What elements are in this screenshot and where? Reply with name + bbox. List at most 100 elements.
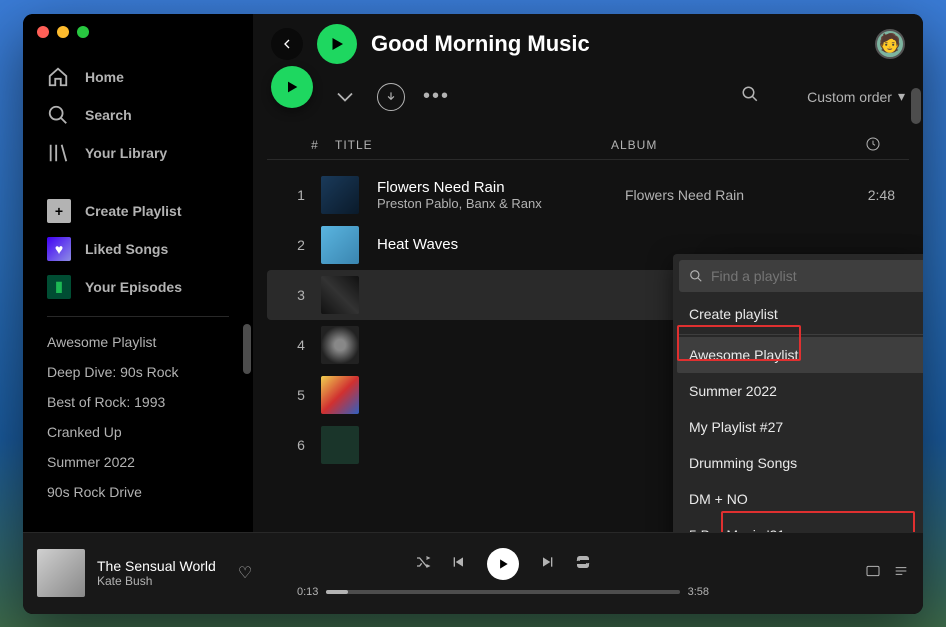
create-playlist-button[interactable]: + Create Playlist — [47, 192, 229, 230]
user-avatar[interactable]: 🧑 — [875, 29, 905, 59]
heart-icon: ♥ — [47, 237, 71, 261]
track-album: Flowers Need Rain — [625, 187, 825, 203]
track-cover — [321, 226, 359, 264]
submenu-create-playlist[interactable]: Create playlist — [677, 296, 923, 332]
nav-library[interactable]: Your Library — [47, 134, 229, 172]
lyrics-button[interactable] — [865, 563, 881, 584]
now-playing-title[interactable]: The Sensual World — [97, 558, 216, 574]
submenu-playlist-item[interactable]: Drumming Songs — [677, 445, 923, 481]
playlist-item[interactable]: Cranked Up — [47, 417, 229, 447]
download-button[interactable] — [377, 83, 405, 111]
search-icon — [47, 104, 69, 126]
sidebar: Home Search Your Library + Create Playli… — [23, 14, 253, 532]
col-duration-icon — [811, 136, 881, 155]
your-episodes-button[interactable]: ▮ Your Episodes — [47, 268, 229, 306]
playlist-item[interactable]: 90s Rock Drive — [47, 477, 229, 507]
col-number: # — [295, 138, 335, 152]
sort-dropdown[interactable]: Custom order ▾ — [807, 88, 905, 105]
nav-home[interactable]: Home — [47, 58, 229, 96]
submenu-playlist-item[interactable]: DM + NO — [677, 481, 923, 517]
playlist-item[interactable]: Summer 2022 — [47, 447, 229, 477]
playlist-item[interactable]: Deep Dive: 90s Rock — [47, 357, 229, 387]
col-title: TITLE — [335, 138, 611, 152]
back-button[interactable] — [271, 28, 303, 60]
nav-library-label: Your Library — [85, 145, 167, 161]
track-number: 1 — [281, 187, 321, 203]
total-time: 3:58 — [688, 586, 709, 598]
submenu-playlist-item[interactable]: My Playlist #27 — [677, 409, 923, 445]
library-icon — [47, 142, 69, 164]
track-cover — [321, 276, 359, 314]
player-controls: 0:13 3:58 — [297, 548, 709, 598]
submenu-playlist-item[interactable]: Summer 2022 — [677, 373, 923, 409]
user-playlists: Awesome Playlist Deep Dive: 90s Rock Bes… — [33, 327, 243, 507]
track-row[interactable]: 1 Flowers Need Rain Preston Pablo, Banx … — [267, 170, 909, 220]
plus-icon: + — [47, 199, 71, 223]
nav-search[interactable]: Search — [47, 96, 229, 134]
playlist-search-input[interactable] — [711, 268, 923, 284]
track-cover — [321, 176, 359, 214]
track-number: 5 — [281, 387, 321, 403]
like-track-button[interactable]: ♡ — [238, 563, 252, 583]
track-number: 2 — [281, 237, 321, 253]
window-controls — [37, 26, 89, 38]
main-scrollbar[interactable] — [911, 88, 921, 124]
track-cover — [321, 376, 359, 414]
play-button[interactable] — [271, 66, 313, 108]
now-playing-artist[interactable]: Kate Bush — [97, 574, 216, 588]
maximize-window-button[interactable] — [77, 26, 89, 38]
app-window: Home Search Your Library + Create Playli… — [23, 14, 923, 614]
sidebar-scrollbar[interactable] — [243, 324, 251, 374]
track-number: 6 — [281, 437, 321, 453]
topbar: Good Morning Music 🧑 — [253, 14, 923, 76]
search-tracks-icon[interactable] — [741, 85, 759, 108]
main-content: Good Morning Music 🧑 ••• C — [253, 14, 923, 532]
home-icon — [47, 66, 69, 88]
track-cover — [321, 426, 359, 464]
playlist-item[interactable]: Awesome Playlist — [47, 327, 229, 357]
close-window-button[interactable] — [37, 26, 49, 38]
create-playlist-label: Create Playlist — [85, 203, 182, 219]
play-all-button[interactable] — [317, 24, 357, 64]
submenu-playlist-item[interactable]: Awesome Playlist — [677, 337, 923, 373]
search-icon — [689, 269, 703, 283]
page-title: Good Morning Music — [371, 31, 590, 57]
progress-bar[interactable] — [326, 590, 679, 594]
playlist-item[interactable]: Best of Rock: 1993 — [47, 387, 229, 417]
now-playing-cover[interactable] — [37, 549, 85, 597]
submenu-playlist-item[interactable]: 5 Bar Music '21 — [677, 517, 923, 532]
repeat-button[interactable] — [575, 554, 591, 575]
like-playlist-button[interactable] — [331, 83, 359, 111]
track-title: Heat Waves — [377, 236, 625, 253]
minimize-window-button[interactable] — [57, 26, 69, 38]
your-episodes-label: Your Episodes — [85, 279, 182, 295]
track-duration: 2:48 — [825, 187, 895, 203]
track-artist: Preston Pablo, Banx & Ranx — [377, 196, 625, 211]
playlist-search[interactable] — [679, 260, 923, 292]
player-right-controls — [709, 563, 909, 584]
track-table-header: # TITLE ALBUM — [267, 132, 909, 160]
add-to-playlist-submenu: Create playlist Awesome Playlist Summer … — [673, 254, 923, 532]
chevron-down-icon: ▾ — [898, 88, 905, 105]
track-number: 3 — [281, 287, 321, 303]
sidebar-divider — [47, 316, 229, 317]
liked-songs-label: Liked Songs — [85, 241, 168, 257]
now-playing: The Sensual World Kate Bush ♡ — [37, 549, 297, 597]
sort-label: Custom order — [807, 89, 892, 105]
previous-button[interactable] — [451, 554, 467, 575]
queue-button[interactable] — [893, 563, 909, 584]
bookmark-icon: ▮ — [47, 275, 71, 299]
nav-home-label: Home — [85, 69, 124, 85]
nav-search-label: Search — [85, 107, 132, 123]
liked-songs-button[interactable]: ♥ Liked Songs — [47, 230, 229, 268]
next-button[interactable] — [539, 554, 555, 575]
player-bar: The Sensual World Kate Bush ♡ 0:13 3:58 — [23, 532, 923, 614]
more-options-button[interactable]: ••• — [423, 85, 450, 108]
elapsed-time: 0:13 — [297, 586, 318, 598]
playlist-actions: ••• Custom order ▾ — [253, 76, 923, 132]
col-album: ALBUM — [611, 138, 811, 152]
track-number: 4 — [281, 337, 321, 353]
play-pause-button[interactable] — [487, 548, 519, 580]
shuffle-button[interactable] — [415, 554, 431, 575]
track-cover — [321, 326, 359, 364]
